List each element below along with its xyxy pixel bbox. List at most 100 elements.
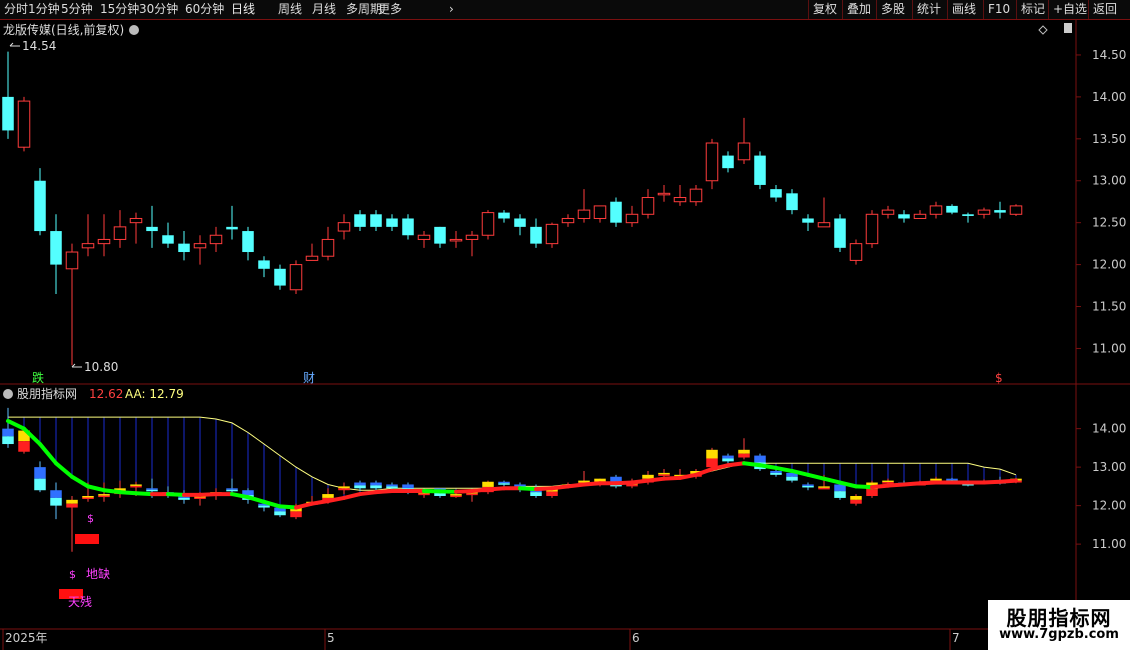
toolbar-button-2[interactable]: 多股 xyxy=(881,1,905,18)
candle-body[interactable] xyxy=(242,231,254,253)
candle-body[interactable] xyxy=(770,189,782,198)
toolbar-button-8[interactable]: 返回 xyxy=(1093,1,1117,18)
candle-body[interactable] xyxy=(673,197,687,203)
candle-body[interactable] xyxy=(321,238,335,257)
period-5[interactable]: 60分钟 xyxy=(185,1,224,18)
indicator-layer[interactable] xyxy=(2,407,1022,552)
candle-body[interactable] xyxy=(849,243,863,261)
candle-body[interactable] xyxy=(786,193,798,211)
candle-body[interactable] xyxy=(530,226,542,244)
trend-segment xyxy=(774,465,794,473)
candle-body[interactable] xyxy=(498,212,510,219)
toolbar-button-5[interactable]: F10 xyxy=(988,1,1010,18)
toolbar-button-4[interactable]: 画线 xyxy=(952,1,976,18)
period-7[interactable]: 周线 xyxy=(278,1,302,18)
candle-body[interactable] xyxy=(641,197,655,215)
candle-body[interactable] xyxy=(209,234,223,245)
candle-body[interactable] xyxy=(162,235,174,244)
candle-body[interactable] xyxy=(289,264,303,291)
toolbar-button-3[interactable]: 统计 xyxy=(917,1,941,18)
toolbar-button-7[interactable]: +自选 xyxy=(1053,1,1087,18)
panel-toggle-icon[interactable] xyxy=(1064,23,1072,33)
candle-body[interactable] xyxy=(834,218,846,248)
candle-body[interactable] xyxy=(113,226,127,240)
period-0[interactable]: 分时 xyxy=(4,1,28,18)
candle-body[interactable] xyxy=(481,212,495,236)
ind-candle-bottom xyxy=(386,486,398,489)
trend-segment xyxy=(358,490,378,497)
toolbar-button-0[interactable]: 复权 xyxy=(813,1,837,18)
candle-body[interactable] xyxy=(898,214,910,219)
candle-body[interactable] xyxy=(754,155,766,185)
candle-body[interactable] xyxy=(178,243,190,253)
candle-body[interactable] xyxy=(146,226,158,232)
aa-line[interactable] xyxy=(8,416,1017,491)
candle-body[interactable] xyxy=(402,218,414,236)
candle-body[interactable] xyxy=(65,251,79,270)
candle-body[interactable] xyxy=(625,213,639,224)
title-dropdown-icon[interactable] xyxy=(129,25,139,35)
candle-body[interactable] xyxy=(865,213,879,245)
period-3[interactable]: 15分钟 xyxy=(100,1,139,18)
candle-body[interactable] xyxy=(193,243,207,249)
period-4[interactable]: 30分钟 xyxy=(139,1,178,18)
toolbar-button-6[interactable]: 标记 xyxy=(1021,1,1045,18)
main-candles[interactable] xyxy=(2,51,1023,366)
candle-body[interactable] xyxy=(129,217,143,224)
candle-body[interactable] xyxy=(354,214,366,227)
candle-body[interactable] xyxy=(994,210,1006,213)
more-chevron-icon[interactable]: › xyxy=(449,1,454,18)
candle-body[interactable] xyxy=(2,96,14,131)
candle-body[interactable] xyxy=(545,223,559,245)
candle-body[interactable] xyxy=(977,209,991,215)
period-8[interactable]: 月线 xyxy=(312,1,336,18)
candle-body[interactable] xyxy=(258,260,270,269)
candle-body[interactable] xyxy=(50,231,62,265)
candle-body[interactable] xyxy=(593,205,607,219)
candle-body[interactable] xyxy=(689,188,703,203)
chart-frame xyxy=(0,20,1130,650)
period-1[interactable]: 1分钟 xyxy=(28,1,60,18)
candle-body[interactable] xyxy=(802,218,814,223)
diamond-icon[interactable] xyxy=(1038,25,1048,35)
candle-body[interactable] xyxy=(434,226,446,244)
candle-body[interactable] xyxy=(417,234,431,240)
candle-body[interactable] xyxy=(929,205,943,215)
toolbar-button-1[interactable]: 叠加 xyxy=(847,1,871,18)
candle-body[interactable] xyxy=(465,234,479,240)
main-ytick-label: 14.50 xyxy=(1092,48,1126,62)
candle-body[interactable] xyxy=(881,209,895,215)
candle-body[interactable] xyxy=(81,243,95,249)
indicator-dropdown-icon[interactable] xyxy=(3,389,13,399)
candle-body[interactable] xyxy=(97,238,111,245)
candle-body[interactable] xyxy=(946,205,958,213)
period-2[interactable]: 5分钟 xyxy=(61,1,93,18)
candle-body[interactable] xyxy=(561,217,575,224)
trend-segment xyxy=(822,476,842,485)
candle-body[interactable] xyxy=(386,218,398,227)
candle-body[interactable] xyxy=(737,142,751,161)
period-6[interactable]: 日线 xyxy=(231,1,255,18)
candle-body[interactable] xyxy=(577,209,591,219)
candle-body[interactable] xyxy=(449,238,463,242)
candle-body[interactable] xyxy=(337,222,351,232)
candle-body[interactable] xyxy=(226,226,238,230)
candle-body[interactable] xyxy=(514,218,526,227)
candle-body[interactable] xyxy=(705,142,719,182)
ind-candle-top xyxy=(882,480,894,483)
candle-body[interactable] xyxy=(962,214,974,216)
candle-body[interactable] xyxy=(1009,205,1023,215)
candle-body[interactable] xyxy=(305,255,319,261)
period-9[interactable]: 多周期 xyxy=(346,1,382,18)
candle-body[interactable] xyxy=(17,100,31,148)
candle-body[interactable] xyxy=(657,192,671,196)
candle-body[interactable] xyxy=(722,155,734,169)
candle-body[interactable] xyxy=(817,222,831,228)
high-price-label: 14.54 xyxy=(22,39,56,53)
candle-body[interactable] xyxy=(370,214,382,227)
candle-body[interactable] xyxy=(274,268,286,286)
candle-body[interactable] xyxy=(913,213,927,219)
period-10[interactable]: 更多 xyxy=(378,1,402,18)
candle-body[interactable] xyxy=(610,201,622,223)
candle-body[interactable] xyxy=(34,180,46,232)
